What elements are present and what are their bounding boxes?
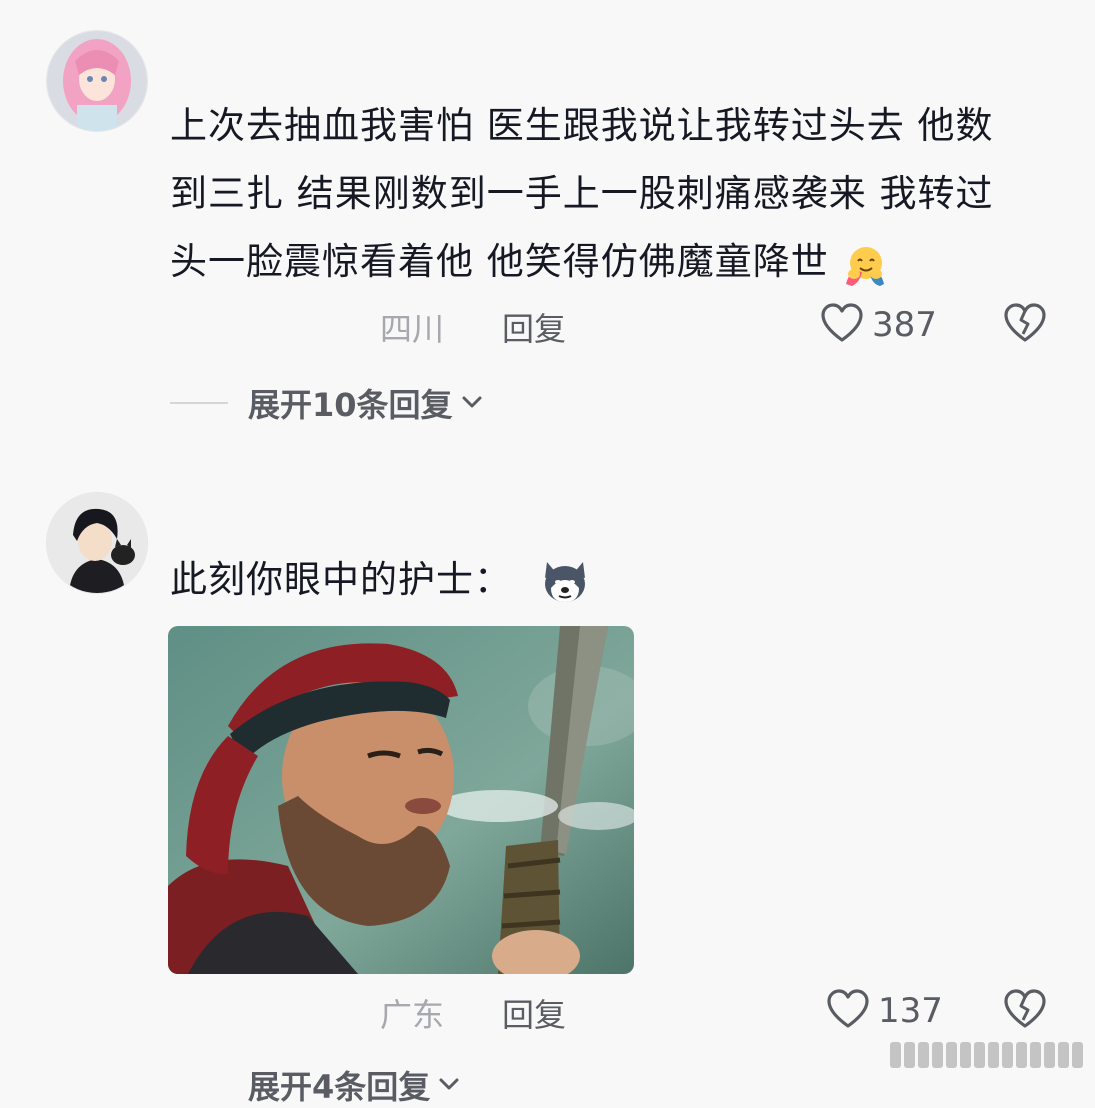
broken-heart-icon[interactable] xyxy=(1003,988,1047,1034)
comment-image[interactable] xyxy=(168,626,634,974)
like-button[interactable]: 387 xyxy=(820,302,937,348)
like-count: 137 xyxy=(878,991,943,1031)
comment-location: 四川 xyxy=(380,310,445,348)
comment-text: 上次去抽血我害怕 医生跟我说让我转过头去 他数到三扎 结果刚数到一手上一股刺痛感… xyxy=(170,92,1030,296)
comment-location: 广东 xyxy=(380,996,445,1034)
avatar[interactable] xyxy=(46,30,148,132)
avatar[interactable] xyxy=(46,492,148,594)
heart-outline-icon xyxy=(826,988,870,1034)
watermark-icon xyxy=(890,1042,1083,1068)
expand-replies-label: 展开10条回复 xyxy=(248,386,453,424)
reply-button[interactable]: 回复 xyxy=(502,304,566,350)
expand-replies-button[interactable]: 展开4条回复 xyxy=(170,1062,460,1108)
chevron-down-icon xyxy=(438,1076,460,1095)
expand-replies-label: 展开4条回复 xyxy=(248,1068,431,1106)
reply-button[interactable]: 回复 xyxy=(502,990,566,1036)
expand-replies-button[interactable]: 展开10条回复 xyxy=(170,380,483,426)
divider xyxy=(170,402,228,404)
like-count: 387 xyxy=(872,305,937,345)
hugging-face-icon xyxy=(842,242,888,286)
like-button[interactable]: 137 xyxy=(826,988,943,1034)
heart-outline-icon xyxy=(820,302,864,348)
comment-text: 此刻你眼中的护士： xyxy=(170,546,1030,614)
husky-dog-face-icon xyxy=(539,558,591,606)
broken-heart-icon[interactable] xyxy=(1003,302,1047,348)
chevron-down-icon xyxy=(461,394,483,413)
